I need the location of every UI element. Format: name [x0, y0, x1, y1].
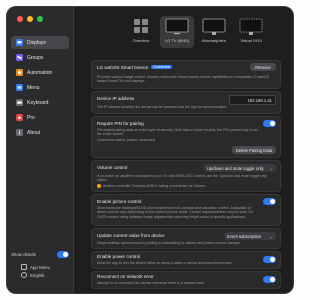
- device-label: Overview: [132, 38, 150, 43]
- chevron-down-icon: ⌄: [269, 233, 273, 239]
- sidebar-item-displays[interactable]: Displays: [11, 36, 69, 49]
- close-window-button[interactable]: [17, 16, 23, 22]
- network-card: Reconnect on network error Attempt to re…: [91, 271, 281, 289]
- device-name: LG webOS Smart Device Connected: [97, 65, 172, 70]
- update-method-value: Event subscription: [227, 233, 262, 239]
- ip-card: Device IP address 192.168.1.41 The IP ad…: [91, 91, 281, 114]
- ip-address-field[interactable]: 192.168.1.41: [229, 95, 276, 105]
- sidebar-item-label: Keyboard: [27, 99, 49, 106]
- power-title: Enable power control: [97, 254, 141, 259]
- sidebar-item-label: About: [27, 129, 41, 136]
- sidebar-item-label: Automation: [27, 69, 53, 76]
- update-title: Update current value from device: [97, 233, 165, 238]
- device-kivenadjustre[interactable]: Kivenadjustre: [197, 16, 231, 48]
- device-virtual[interactable]: Virtual 1919: [234, 16, 268, 48]
- app-menu-icon: [21, 264, 27, 270]
- network-title: Reconnect on network error: [97, 274, 154, 279]
- sidebar-item-label: Pro: [27, 114, 35, 121]
- app-menu-label: App Menu: [30, 264, 51, 270]
- power-description: Allow the app to turn the device off/on …: [97, 261, 233, 265]
- device-overview[interactable]: Overview: [124, 16, 158, 48]
- chevron-down-icon: ⌄: [269, 165, 273, 171]
- keyboard-icon: [16, 99, 23, 106]
- connection-status: Connection status: paired, connected: [97, 138, 155, 142]
- network-description: Attempt to re-connect to the device when…: [97, 281, 206, 285]
- pin-title: Require PIN for pairing: [97, 121, 144, 126]
- update-description: Keeps settings synchronized by polling o…: [97, 241, 242, 245]
- tv-icon: [165, 18, 189, 35]
- power-control-toggle[interactable]: [263, 256, 276, 263]
- reconnect-toggle[interactable]: [263, 276, 276, 283]
- main-panel: Overview LG TV (6040) Kivenadjustre Virt…: [74, 7, 293, 293]
- warning-icon: [97, 184, 101, 188]
- sidebar-item-pro[interactable]: Pro: [11, 111, 69, 124]
- ip-description: The IP address at which the device can b…: [97, 105, 228, 109]
- show-details-row: Show details: [11, 251, 69, 258]
- automation-icon: [16, 69, 23, 76]
- groups-icon: [16, 54, 23, 61]
- settings-content: LG webOS Smart Device Connected Remove Pr…: [91, 60, 281, 293]
- pin-card: Require PIN for pairing PIN-based pairin…: [91, 116, 281, 158]
- zoom-window-button[interactable]: [37, 16, 43, 22]
- volume-title: Volume control: [97, 165, 128, 170]
- pro-icon: [16, 114, 23, 121]
- device-label: LG TV (6040): [164, 38, 190, 43]
- picture-title: Enable picture control: [97, 199, 142, 204]
- sidebar-item-groups[interactable]: Groups: [11, 51, 69, 64]
- update-card: Update current value from device Event s…: [91, 228, 281, 249]
- sidebar-item-keyboard[interactable]: Keyboard: [11, 96, 69, 109]
- globe-icon: [21, 272, 27, 278]
- show-details-toggle[interactable]: [57, 251, 69, 258]
- monitor-icon: [202, 18, 226, 35]
- virtual-screen-icon: [239, 18, 263, 35]
- require-pin-toggle[interactable]: [263, 120, 276, 127]
- delete-pairing-button[interactable]: Delete Pairing Data: [232, 146, 276, 154]
- ip-title: Device IP address: [97, 96, 135, 101]
- language-label: English: [30, 272, 45, 278]
- picture-card: Enable picture control Allow hardware ba…: [91, 194, 281, 226]
- app-menu-link[interactable]: App Menu: [11, 264, 69, 270]
- volume-control-value: Up/down and mute toggle only: [207, 165, 264, 171]
- volume-description: If you have an amplifier connected to yo…: [97, 174, 268, 183]
- overview-icon: [134, 19, 148, 33]
- sidebar-item-label: Menu: [27, 84, 40, 91]
- sidebar-item-label: Groups: [27, 54, 44, 61]
- device-description: Provides various image control, volume c…: [97, 75, 270, 84]
- pin-description: PIN-based pairing adds an extra layer of…: [97, 128, 258, 137]
- volume-warning: Another controller (Yamaha AVR) is takin…: [97, 184, 206, 188]
- sidebar: Displays Groups Automation Menu Keyboard…: [7, 7, 74, 293]
- sidebar-item-menu[interactable]: Menu: [11, 81, 69, 94]
- sidebar-item-automation[interactable]: Automation: [11, 66, 69, 79]
- status-badge: Connected: [151, 65, 172, 69]
- minimize-window-button[interactable]: [27, 16, 33, 22]
- volume-card: Volume control Up/down and mute toggle o…: [91, 160, 281, 192]
- window-controls: [17, 16, 43, 22]
- sidebar-item-about[interactable]: About: [11, 126, 69, 139]
- remove-button[interactable]: Remove: [250, 63, 276, 71]
- device-lg-tv[interactable]: LG TV (6040): [160, 16, 194, 48]
- volume-control-select[interactable]: Up/down and mute toggle only ⌄: [204, 164, 276, 172]
- info-icon: [16, 129, 23, 136]
- show-details-label: Show details: [11, 252, 36, 257]
- device-card: LG webOS Smart Device Connected Remove Pr…: [91, 60, 281, 89]
- menu-icon: [16, 84, 23, 91]
- sidebar-item-label: Displays: [27, 39, 46, 46]
- picture-control-toggle[interactable]: [263, 198, 276, 205]
- device-label: Kivenadjustre: [201, 38, 227, 43]
- app-window: Displays Groups Automation Menu Keyboard…: [7, 7, 293, 293]
- update-method-select[interactable]: Event subscription ⌄: [224, 232, 276, 240]
- display-icon: [16, 39, 23, 46]
- device-label: Virtual 1919: [240, 38, 262, 43]
- picture-description: Allow hardware backlight/OLED pixel brig…: [97, 206, 253, 219]
- language-link[interactable]: English: [11, 272, 69, 278]
- power-card: Enable power control Allow the app to tu…: [91, 251, 281, 269]
- device-bar: Overview LG TV (6040) Kivenadjustre Virt…: [74, 13, 293, 51]
